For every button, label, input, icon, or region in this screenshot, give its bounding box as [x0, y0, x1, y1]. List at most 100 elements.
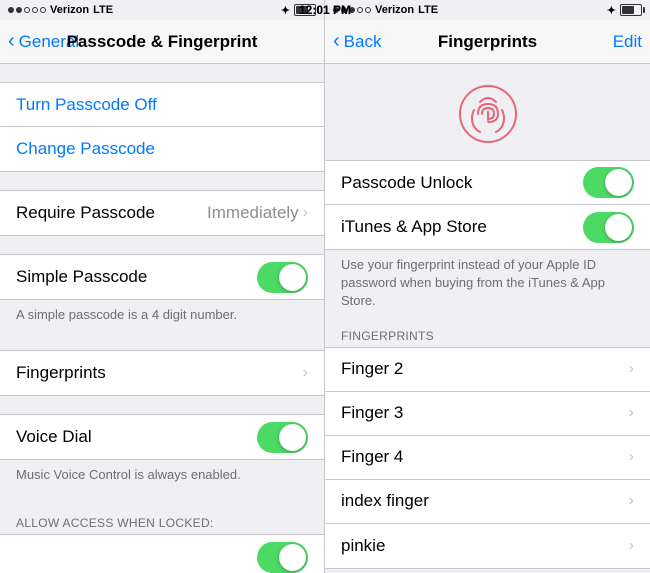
allow-access-label: ALLOW ACCESS WHEN LOCKED:: [0, 510, 324, 534]
finger-3-label: Finger 3: [341, 403, 403, 423]
right-edit-button[interactable]: Edit: [613, 32, 642, 52]
allow-access-toggle-thumb: [279, 544, 306, 571]
right-time: 12:01 PM: [325, 3, 351, 17]
require-passcode-item[interactable]: Require Passcode Immediately ›: [0, 191, 324, 235]
simple-passcode-toggle-thumb: [279, 264, 306, 291]
voice-dial-item: Voice Dial: [0, 415, 324, 459]
gap-6: [0, 492, 324, 510]
voice-dial-toggle-thumb: [279, 424, 306, 451]
right-back-button[interactable]: ‹ Back: [333, 31, 381, 53]
simple-passcode-toggle[interactable]: [257, 262, 308, 293]
fingerprint-info-box: Use your fingerprint instead of your App…: [325, 250, 650, 323]
simple-passcode-item: Simple Passcode: [0, 255, 324, 299]
passcode-actions-group: Turn Passcode Off Change Passcode: [0, 82, 324, 172]
list-item[interactable]: index finger ›: [325, 480, 650, 524]
index-finger-label: index finger: [341, 491, 429, 511]
finger-2-chevron-icon: ›: [629, 360, 634, 378]
dot-2: [16, 7, 22, 13]
fingers-list-group: Finger 2 › Finger 3 › Finger 4 › index f…: [325, 347, 650, 569]
fingerprints-nav-group: Fingerprints ›: [0, 350, 324, 396]
finger-3-chevron-icon: ›: [629, 404, 634, 422]
itunes-store-item: iTunes & App Store: [325, 205, 650, 249]
itunes-store-label: iTunes & App Store: [341, 217, 487, 237]
pinkie-label: pinkie: [341, 536, 385, 556]
change-passcode-label: Change Passcode: [16, 139, 155, 159]
right-dot-5: [365, 7, 371, 13]
left-status-bar: Verizon LTE 12:01 PM ✦: [0, 0, 324, 20]
finger-4-label: Finger 4: [341, 447, 403, 467]
finger-2-label: Finger 2: [341, 359, 403, 379]
right-carrier: Verizon: [375, 4, 414, 16]
allow-access-item: [0, 535, 324, 573]
turn-passcode-off-label: Turn Passcode Off: [16, 95, 157, 115]
require-passcode-value-container: Immediately ›: [207, 203, 308, 223]
right-back-label: Back: [344, 32, 382, 52]
itunes-store-toggle-thumb: [605, 214, 632, 241]
fingerprints-nav-label: Fingerprints: [16, 363, 106, 383]
index-finger-chevron-icon: ›: [629, 492, 634, 510]
gap-4: [0, 332, 324, 350]
list-item[interactable]: Finger 4 ›: [325, 436, 650, 480]
passcode-unlock-label: Passcode Unlock: [341, 173, 472, 193]
right-settings-content: Passcode Unlock iTunes & App Store Use y…: [325, 64, 650, 573]
left-back-arrow-icon: ‹: [8, 30, 15, 53]
left-status-left: Verizon LTE: [8, 4, 113, 16]
allow-access-toggle[interactable]: [257, 542, 308, 573]
finger-4-chevron-icon: ›: [629, 448, 634, 466]
simple-passcode-group: Simple Passcode: [0, 254, 324, 300]
list-item[interactable]: pinkie ›: [325, 524, 650, 568]
left-network: LTE: [93, 4, 113, 16]
itunes-store-toggle[interactable]: [583, 212, 634, 243]
require-passcode-chevron-icon: ›: [303, 204, 308, 222]
list-item[interactable]: Finger 3 ›: [325, 392, 650, 436]
passcode-unlock-toggle[interactable]: [583, 167, 634, 198]
right-bluetooth-icon: ✦: [607, 4, 616, 17]
voice-dial-helper: Music Voice Control is always enabled.: [0, 460, 324, 492]
right-nav-bar: ‹ Back Fingerprints Edit: [325, 20, 650, 64]
dot-3: [24, 7, 30, 13]
left-nav-bar: ‹ General Passcode & Fingerprint: [0, 20, 324, 64]
list-item[interactable]: Finger 2 ›: [325, 348, 650, 392]
left-bluetooth-icon: ✦: [281, 4, 290, 17]
right-battery-fill: [622, 6, 634, 14]
dot-4: [32, 7, 38, 13]
signal-dots: [8, 7, 46, 13]
right-status-right: ✦: [607, 4, 642, 17]
require-passcode-group: Require Passcode Immediately ›: [0, 190, 324, 236]
right-network: LTE: [418, 4, 438, 16]
gap-5: [0, 396, 324, 414]
gap-2: [0, 172, 324, 190]
right-nav-title: Fingerprints: [438, 32, 537, 52]
right-status-bar: Verizon LTE 12:01 PM ✦: [325, 0, 650, 20]
gap-3: [0, 236, 324, 254]
left-carrier: Verizon: [50, 4, 89, 16]
require-passcode-label: Require Passcode: [16, 203, 155, 223]
voice-dial-toggle[interactable]: [257, 422, 308, 453]
left-settings-content: Turn Passcode Off Change Passcode Requir…: [0, 64, 324, 573]
right-back-arrow-icon: ‹: [333, 30, 340, 53]
require-passcode-value: Immediately: [207, 203, 299, 223]
pinkie-chevron-icon: ›: [629, 537, 634, 555]
fingerprints-nav-item[interactable]: Fingerprints ›: [0, 351, 324, 395]
fingerprint-icon: [458, 84, 518, 144]
simple-passcode-helper: A simple passcode is a 4 digit number.: [0, 300, 324, 332]
right-panel: Verizon LTE 12:01 PM ✦ ‹ Back Fingerprin…: [325, 0, 650, 573]
right-dot-4: [357, 7, 363, 13]
gap-1: [0, 64, 324, 82]
passcode-unlock-toggle-thumb: [605, 169, 632, 196]
dot-1: [8, 7, 14, 13]
fingerprint-toggles-group: Passcode Unlock iTunes & App Store: [325, 160, 650, 250]
dot-5: [40, 7, 46, 13]
change-passcode-item[interactable]: Change Passcode: [0, 127, 324, 171]
right-battery: [620, 4, 642, 16]
voice-dial-group: Voice Dial: [0, 414, 324, 460]
fingerprints-section-label: FINGERPRINTS: [325, 323, 650, 347]
passcode-unlock-item: Passcode Unlock: [325, 161, 650, 205]
left-nav-title: Passcode & Fingerprint: [67, 32, 258, 52]
simple-passcode-label: Simple Passcode: [16, 267, 147, 287]
fingerprints-chevron-icon: ›: [303, 364, 308, 382]
voice-dial-label: Voice Dial: [16, 427, 92, 447]
turn-passcode-off-item[interactable]: Turn Passcode Off: [0, 83, 324, 127]
allow-access-group: [0, 534, 324, 573]
left-panel: Verizon LTE 12:01 PM ✦ ‹ General Passcod…: [0, 0, 325, 573]
